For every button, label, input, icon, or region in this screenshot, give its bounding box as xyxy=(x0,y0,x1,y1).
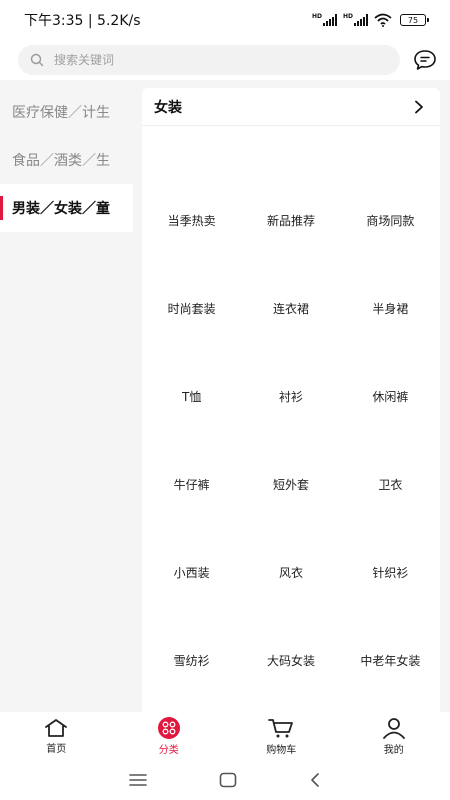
panel-header[interactable]: 女装 xyxy=(142,88,440,126)
subcategory-item[interactable]: 风衣 xyxy=(241,528,340,616)
tab-label: 我的 xyxy=(383,744,404,756)
chat-icon xyxy=(414,50,436,70)
home-icon xyxy=(45,718,68,737)
category-item-clothing[interactable]: 男装／女装／童 xyxy=(0,184,133,232)
subcategory-item[interactable]: 连衣裙 xyxy=(241,264,340,352)
home-square-icon[interactable] xyxy=(219,772,237,788)
subcategory-item[interactable]: T恤 xyxy=(142,352,241,440)
subcategory-item[interactable]: 针织衫 xyxy=(341,528,440,616)
tab-label: 购物车 xyxy=(266,744,297,756)
search-row xyxy=(0,40,450,80)
category-item-food[interactable]: 食品／酒类／生 xyxy=(0,136,133,184)
chevron-right-icon[interactable] xyxy=(414,100,424,114)
category-label: 男装／女装／童 xyxy=(12,201,110,217)
subcategory-item[interactable]: 半身裙 xyxy=(341,264,440,352)
status-time-speed: 下午3:35 | 5.2K/s xyxy=(24,13,141,29)
panel-title: 女装 xyxy=(154,99,182,116)
battery-icon: 75 xyxy=(400,14,429,26)
tab-home[interactable]: 首页 xyxy=(0,712,113,760)
category-sidebar: 医疗保健／计生 食品／酒类／生 男装／女装／童 xyxy=(0,88,133,712)
subcategory-item[interactable]: 中老年女装 xyxy=(341,616,440,704)
category-label: 医疗保健／计生 xyxy=(12,105,110,121)
status-icons: HD HD 75 xyxy=(312,13,429,27)
search-icon xyxy=(30,53,44,67)
subcategory-item[interactable]: 时尚套装 xyxy=(142,264,241,352)
tab-cart[interactable]: 购物车 xyxy=(225,712,338,760)
system-nav-bar xyxy=(0,760,450,800)
tab-label: 分类 xyxy=(158,744,179,756)
subcategory-item[interactable]: 新品推荐 xyxy=(241,176,340,264)
subcategory-grid: 当季热卖 新品推荐 商场同款 时尚套装 连衣裙 半身裙 T恤 衬衫 休闲裤 牛仔… xyxy=(142,126,440,704)
subcategory-item[interactable]: 牛仔裤 xyxy=(142,440,241,528)
wifi-icon xyxy=(374,13,392,27)
tab-label: 首页 xyxy=(46,743,67,755)
category-label: 食品／酒类／生 xyxy=(12,153,110,169)
subcategory-item[interactable]: 大码女装 xyxy=(241,616,340,704)
search-box[interactable] xyxy=(18,45,400,75)
category-item-medical[interactable]: 医疗保健／计生 xyxy=(0,88,133,136)
signal-icon-1: HD xyxy=(312,14,337,26)
subcategory-item[interactable]: 短外套 xyxy=(241,440,340,528)
back-icon[interactable] xyxy=(309,772,321,788)
subcategory-item[interactable]: 小西装 xyxy=(142,528,241,616)
subcategory-item[interactable]: 商场同款 xyxy=(341,176,440,264)
status-bar: 下午3:35 | 5.2K/s HD HD 75 xyxy=(0,0,450,40)
subcategory-panel: 女装 当季热卖 新品推荐 商场同款 时尚套装 连衣裙 半身裙 T恤 衬衫 休闲裤… xyxy=(142,88,440,712)
category-icon xyxy=(157,716,180,739)
subcategory-item[interactable]: 雪纺衫 xyxy=(142,616,241,704)
menu-icon[interactable] xyxy=(129,773,147,787)
tab-category[interactable]: 分类 xyxy=(113,712,226,760)
tab-profile[interactable]: 我的 xyxy=(338,712,450,760)
cart-icon xyxy=(268,718,294,737)
subcategory-item[interactable]: 衬衫 xyxy=(241,352,340,440)
battery-level: 75 xyxy=(407,15,419,25)
signal-icon-2: HD xyxy=(343,14,368,26)
subcategory-item[interactable]: 休闲裤 xyxy=(341,352,440,440)
bottom-tab-bar: 首页 分类 购物车 我的 xyxy=(0,712,450,760)
user-icon xyxy=(382,717,405,739)
subcategory-item[interactable]: 当季热卖 xyxy=(142,176,241,264)
search-input[interactable] xyxy=(54,53,354,67)
subcategory-item[interactable]: 卫衣 xyxy=(341,440,440,528)
message-button[interactable] xyxy=(412,47,438,73)
